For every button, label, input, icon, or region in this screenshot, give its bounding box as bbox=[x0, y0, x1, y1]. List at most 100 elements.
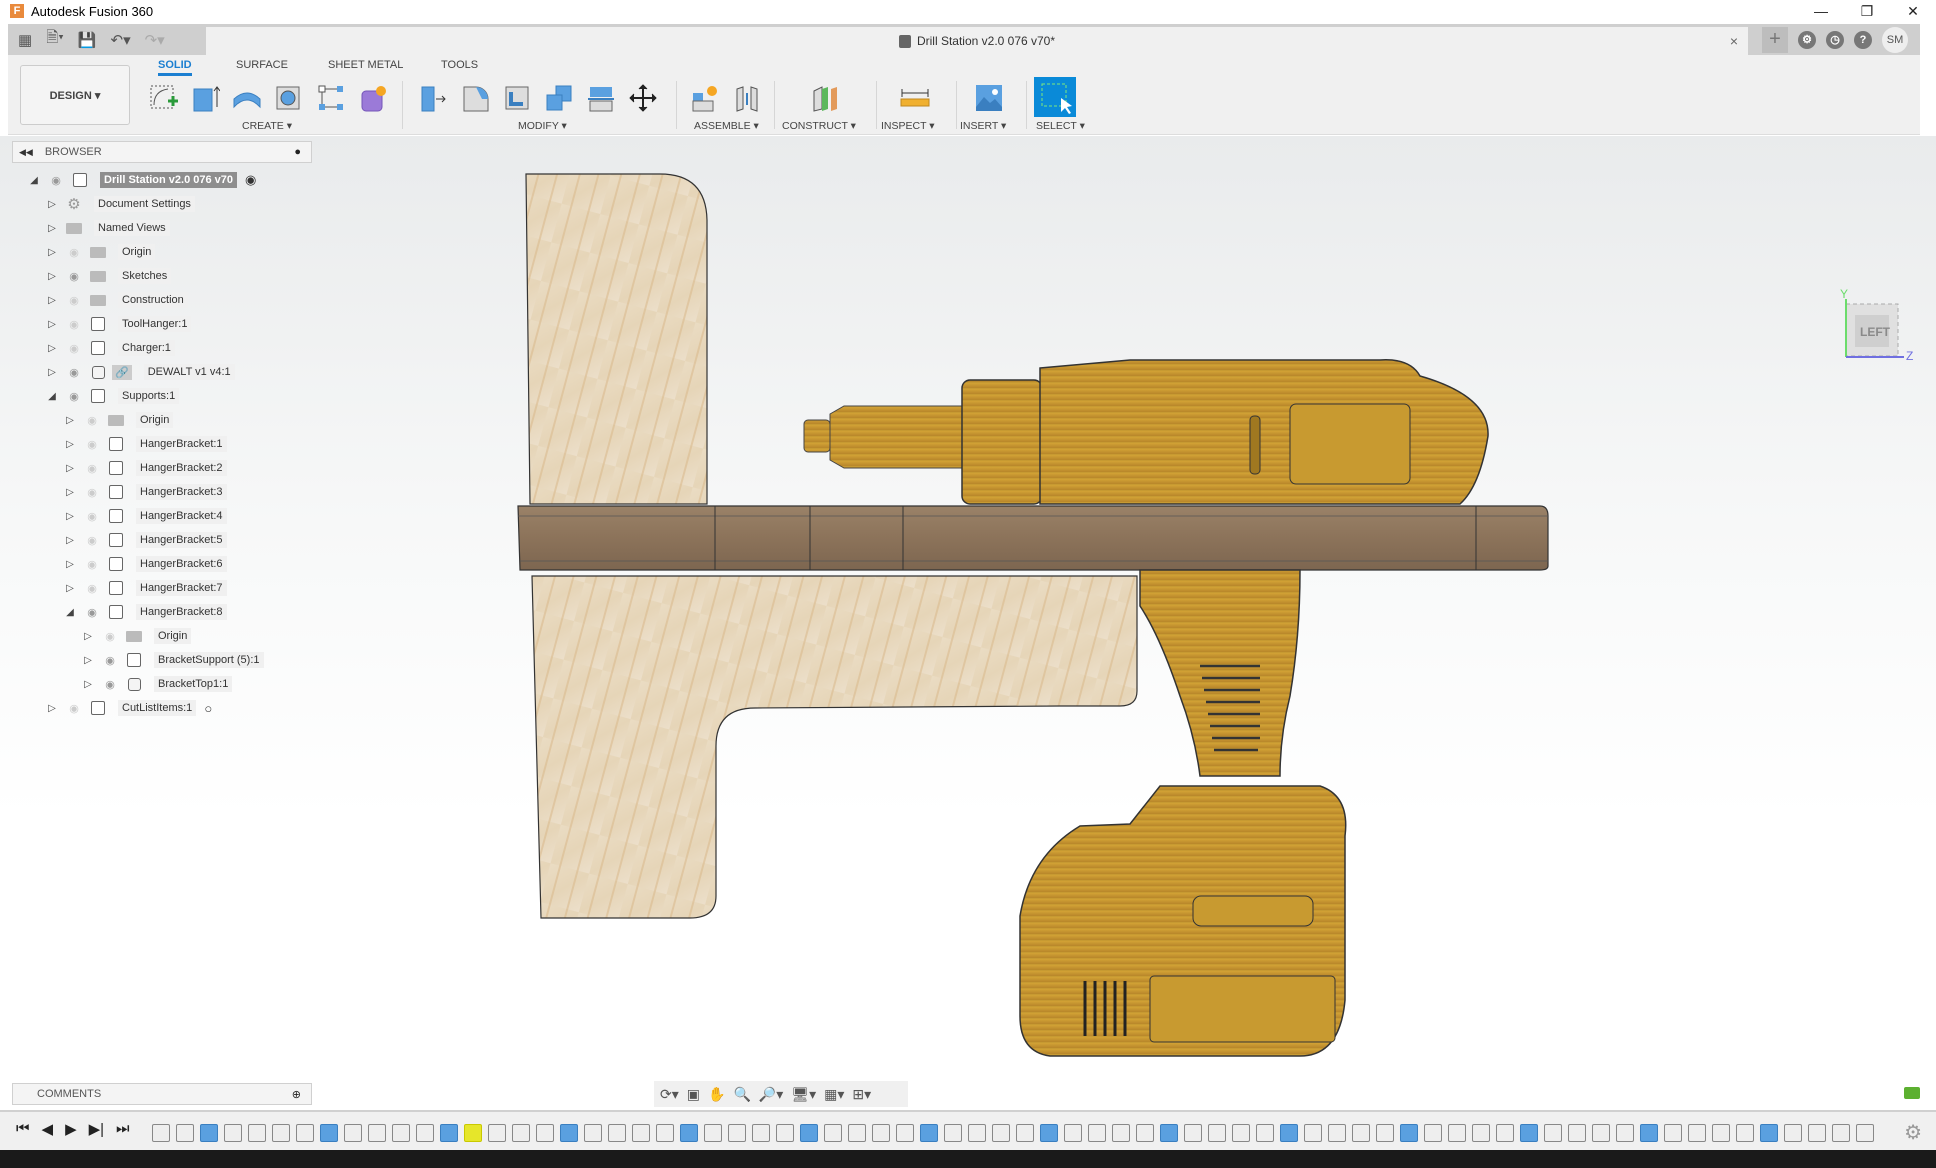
timeline-feature[interactable] bbox=[1520, 1124, 1538, 1142]
viewcube-face-label[interactable]: LEFT bbox=[1860, 325, 1890, 339]
hidden-eye-icon[interactable]: ◉ bbox=[84, 534, 100, 547]
timeline-feature[interactable] bbox=[1592, 1124, 1610, 1142]
timeline-feature[interactable] bbox=[560, 1124, 578, 1142]
move-copy-button[interactable] bbox=[626, 81, 660, 115]
save-icon[interactable]: 💾 bbox=[78, 31, 97, 49]
timeline-feature[interactable] bbox=[848, 1124, 866, 1142]
hidden-eye-icon[interactable]: ◉ bbox=[66, 318, 82, 331]
expand-arrow-icon[interactable]: ▷ bbox=[82, 679, 94, 690]
look-at-icon[interactable]: ▣ bbox=[687, 1086, 700, 1103]
add-comment-icon[interactable]: ⊕ bbox=[292, 1088, 301, 1101]
tree-item[interactable]: ▷ ◉ Construction bbox=[46, 290, 188, 310]
tree-item[interactable]: ▷ ◉ Charger:1 bbox=[46, 338, 175, 358]
timeline-feature[interactable] bbox=[320, 1124, 338, 1142]
timeline-feature[interactable] bbox=[920, 1124, 938, 1142]
tree-item[interactable]: ◢ ◉ Drill Station v2.0 076 v70 ◉ bbox=[28, 170, 256, 190]
create-form-button[interactable] bbox=[356, 81, 390, 115]
expand-arrow-icon[interactable]: ▷ bbox=[64, 583, 76, 594]
hidden-eye-icon[interactable]: ◉ bbox=[84, 510, 100, 523]
modify-menu[interactable]: MODIFY ▾ bbox=[518, 120, 567, 132]
tab-sheet-metal[interactable]: SHEET METAL bbox=[328, 59, 403, 71]
timeline-feature[interactable] bbox=[608, 1124, 626, 1142]
tab-tools[interactable]: TOOLS bbox=[441, 59, 478, 71]
joint-button[interactable] bbox=[730, 81, 764, 115]
viewcube[interactable]: LEFT Y Z bbox=[1838, 287, 1918, 371]
timeline-last-button[interactable]: ⏭ bbox=[116, 1120, 130, 1138]
construct-menu[interactable]: CONSTRUCT ▾ bbox=[782, 120, 856, 132]
timeline-feature[interactable] bbox=[992, 1124, 1010, 1142]
timeline-next-button[interactable]: ▶| bbox=[89, 1120, 104, 1138]
collapse-panel-icon[interactable]: ◀◀ bbox=[19, 147, 33, 158]
maximize-button[interactable]: ❐ bbox=[1844, 0, 1890, 22]
shell-button[interactable] bbox=[500, 81, 534, 115]
tree-item[interactable]: ▷ ◉ HangerBracket:7 bbox=[64, 578, 227, 598]
timeline-feature[interactable] bbox=[944, 1124, 962, 1142]
expand-arrow-icon[interactable]: ▷ bbox=[64, 415, 76, 426]
timeline-feature[interactable] bbox=[824, 1124, 842, 1142]
split-body-button[interactable] bbox=[584, 81, 618, 115]
document-tab[interactable]: Drill Station v2.0 076 v70* × bbox=[206, 27, 1748, 55]
timeline-feature[interactable] bbox=[968, 1124, 986, 1142]
timeline-feature[interactable] bbox=[1856, 1124, 1874, 1142]
timeline-feature[interactable] bbox=[1448, 1124, 1466, 1142]
expand-arrow-icon[interactable]: ▷ bbox=[46, 247, 58, 258]
visibility-eye-icon[interactable]: ◉ bbox=[66, 270, 82, 283]
inspect-menu[interactable]: INSPECT ▾ bbox=[881, 120, 935, 132]
extensions-icon[interactable]: ⚙ bbox=[1798, 30, 1816, 49]
workspace-switcher[interactable]: DESIGN ▾ bbox=[20, 65, 130, 125]
measure-button[interactable] bbox=[898, 81, 932, 115]
tree-item[interactable]: ▷ ⚙ Document Settings bbox=[46, 194, 195, 214]
timeline-feature[interactable] bbox=[512, 1124, 530, 1142]
timeline-feature[interactable] bbox=[1616, 1124, 1634, 1142]
bracket-support-upper[interactable] bbox=[525, 173, 708, 505]
orbit-icon[interactable]: ⟳▾ bbox=[660, 1086, 679, 1103]
timeline-feature[interactable] bbox=[416, 1124, 434, 1142]
timeline-feature[interactable] bbox=[200, 1124, 218, 1142]
hidden-eye-icon[interactable]: ◉ bbox=[66, 246, 82, 259]
timeline-feature[interactable] bbox=[248, 1124, 266, 1142]
hidden-eye-icon[interactable]: ◉ bbox=[84, 414, 100, 427]
expand-arrow-icon[interactable]: ▷ bbox=[64, 487, 76, 498]
combine-button[interactable] bbox=[542, 81, 576, 115]
timeline-feature[interactable] bbox=[1184, 1124, 1202, 1142]
timeline-feature[interactable] bbox=[1712, 1124, 1730, 1142]
minimize-button[interactable]: — bbox=[1798, 0, 1844, 22]
expand-arrow-icon[interactable]: ▷ bbox=[46, 367, 58, 378]
expand-arrow-icon[interactable]: ▷ bbox=[82, 631, 94, 642]
help-icon[interactable]: ? bbox=[1854, 30, 1872, 49]
grid-icon[interactable]: ▦▾ bbox=[824, 1086, 844, 1103]
timeline-feature[interactable] bbox=[1136, 1124, 1154, 1142]
timeline-feature[interactable] bbox=[680, 1124, 698, 1142]
hidden-eye-icon[interactable]: ◉ bbox=[66, 294, 82, 307]
fillet-button[interactable] bbox=[458, 81, 492, 115]
timeline-feature[interactable] bbox=[656, 1124, 674, 1142]
expand-arrow-icon[interactable]: ▷ bbox=[46, 199, 58, 210]
activate-component-radio[interactable]: ◉ bbox=[245, 172, 256, 188]
timeline-feature[interactable] bbox=[752, 1124, 770, 1142]
timeline-feature[interactable] bbox=[704, 1124, 722, 1142]
3d-viewport[interactable]: LEFT Y Z bbox=[0, 136, 1936, 1108]
timeline-feature[interactable] bbox=[272, 1124, 290, 1142]
tree-item[interactable]: ▷ ◉ HangerBracket:6 bbox=[64, 554, 227, 574]
insert-canvas-button[interactable] bbox=[972, 81, 1006, 115]
select-menu[interactable]: SELECT ▾ bbox=[1036, 120, 1085, 132]
tree-item[interactable]: ▷ ◉ HangerBracket:5 bbox=[64, 530, 227, 550]
browser-minimize-icon[interactable]: ● bbox=[294, 146, 301, 158]
visibility-eye-icon[interactable]: ◉ bbox=[48, 174, 64, 187]
tree-item[interactable]: ▷ Named Views bbox=[46, 218, 170, 238]
expand-arrow-icon[interactable]: ▷ bbox=[64, 559, 76, 570]
tree-item[interactable]: ▷ ◉ Sketches bbox=[46, 266, 172, 286]
viewports-icon[interactable]: ⊞▾ bbox=[852, 1086, 871, 1103]
timeline-feature[interactable] bbox=[1256, 1124, 1274, 1142]
timeline-feature[interactable] bbox=[1784, 1124, 1802, 1142]
tree-item[interactable]: ▷ ◉ 🔗 DEWALT v1 v4:1 bbox=[46, 362, 235, 382]
timeline-feature[interactable] bbox=[1376, 1124, 1394, 1142]
timeline-feature[interactable] bbox=[152, 1124, 170, 1142]
tree-item[interactable]: ▷ ◉ HangerBracket:4 bbox=[64, 506, 227, 526]
timeline-feature[interactable] bbox=[776, 1124, 794, 1142]
timeline-feature[interactable] bbox=[896, 1124, 914, 1142]
tree-item[interactable]: ▷ ◉ HangerBracket:1 bbox=[64, 434, 227, 454]
bracket-top-shelf[interactable] bbox=[517, 505, 1549, 571]
tab-solid[interactable]: SOLID bbox=[158, 59, 192, 76]
hidden-eye-icon[interactable]: ◉ bbox=[84, 558, 100, 571]
